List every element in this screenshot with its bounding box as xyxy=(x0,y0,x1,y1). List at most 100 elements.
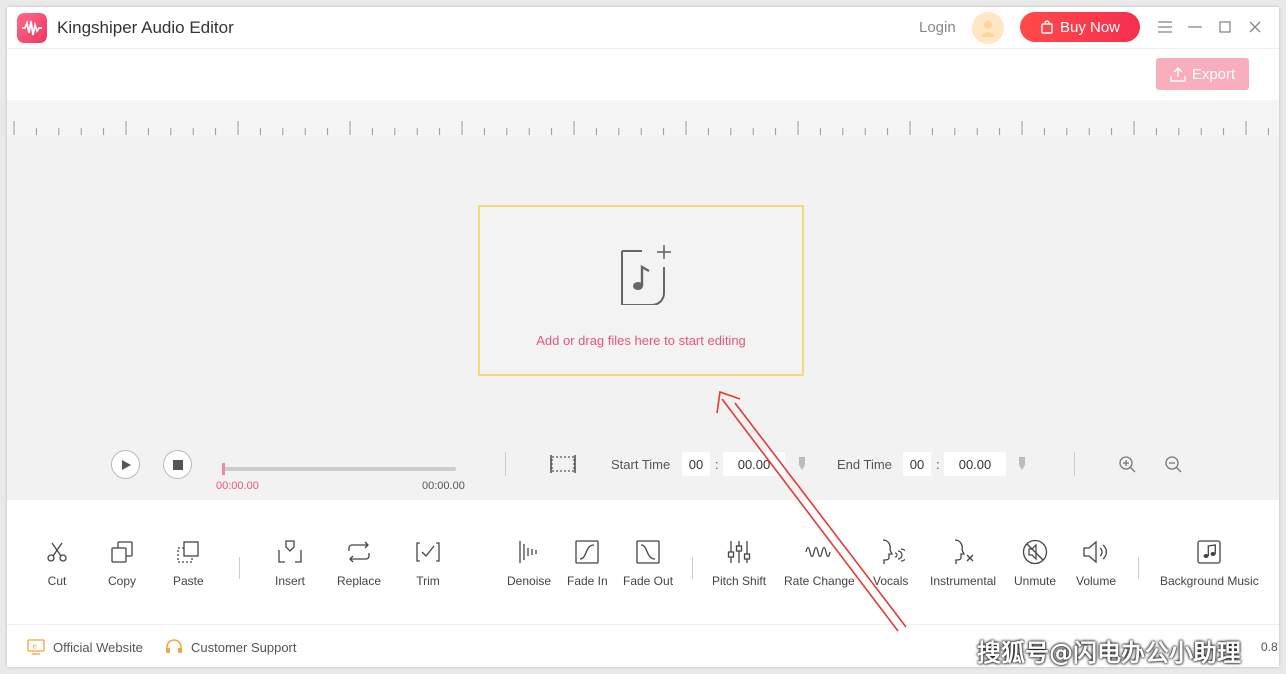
instrumental-tool[interactable]: Instrumental xyxy=(930,538,996,588)
zoom-out-icon[interactable] xyxy=(1164,455,1182,478)
maximize-icon[interactable] xyxy=(1215,17,1235,37)
start-colon: : xyxy=(715,457,719,472)
play-icon xyxy=(121,459,131,470)
svg-text:e: e xyxy=(33,643,37,651)
background-music-label: Background Music xyxy=(1160,574,1259,588)
fade-in-icon xyxy=(573,538,601,566)
insert-icon xyxy=(276,538,304,566)
scissors-icon xyxy=(43,538,71,566)
fade-out-icon xyxy=(634,538,662,566)
background-music-tool[interactable]: Background Music xyxy=(1160,538,1259,588)
add-music-file-icon xyxy=(616,241,672,310)
insert-tool[interactable]: Insert xyxy=(275,538,305,588)
app-title: Kingshiper Audio Editor xyxy=(57,18,234,37)
cut-label: Cut xyxy=(47,574,67,588)
copy-icon xyxy=(108,538,136,566)
divider xyxy=(505,452,506,476)
app-window: Kingshiper Audio Editor Login Buy Now Ex… xyxy=(7,7,1279,667)
paste-tool[interactable]: Paste xyxy=(173,538,204,588)
edit-toolbar: Cut Copy Paste Insert Replace Trim xyxy=(7,500,484,624)
playback-progress-track[interactable] xyxy=(222,467,456,471)
replace-icon xyxy=(345,538,373,566)
end-marker-icon[interactable] xyxy=(1018,457,1026,476)
headset-icon xyxy=(166,639,182,653)
start-minutes-input[interactable]: 00 xyxy=(682,452,710,476)
file-drop-zone[interactable]: Add or drag files here to start editing xyxy=(478,205,804,376)
volume-label: Volume xyxy=(1076,574,1117,588)
insert-label: Insert xyxy=(275,574,306,588)
vocals-tool[interactable]: Vocals xyxy=(873,538,908,588)
app-logo-icon xyxy=(17,13,47,43)
close-icon[interactable] xyxy=(1245,17,1265,37)
shopping-bag-icon xyxy=(1041,20,1053,34)
pitch-shift-label: Pitch Shift xyxy=(712,574,767,588)
stop-icon xyxy=(172,459,183,470)
current-time: 00:00.00 xyxy=(216,480,259,492)
divider xyxy=(1074,452,1075,476)
upload-icon xyxy=(1170,66,1186,82)
official-website-label: Official Website xyxy=(53,639,143,655)
rate-change-tool[interactable]: Rate Change xyxy=(784,538,855,588)
buy-now-label: Buy Now xyxy=(1059,18,1121,36)
end-colon: : xyxy=(936,457,940,472)
menu-icon[interactable] xyxy=(1155,17,1175,37)
fade-in-tool[interactable]: Fade In xyxy=(567,538,608,588)
end-minutes-input[interactable]: 00 xyxy=(903,452,931,476)
watermark-text: 搜狐号@闪电办公小助理 xyxy=(977,639,1241,667)
zoom-in-icon[interactable] xyxy=(1118,455,1136,478)
avatar[interactable] xyxy=(972,12,1004,44)
denoise-label: Denoise xyxy=(507,574,552,588)
cut-tool[interactable]: Cut xyxy=(43,538,71,588)
unmute-tool[interactable]: Unmute xyxy=(1014,538,1056,588)
effects-toolbar: Denoise Fade In Fade Out Pitch Shift Rat… xyxy=(487,500,1279,624)
waveform-canvas: Add or drag files here to start editing xyxy=(7,136,1279,433)
end-seconds-value: 00.00 xyxy=(958,456,992,472)
version-text: 0.8 xyxy=(1261,640,1278,654)
playback-progress-knob[interactable] xyxy=(222,463,225,475)
trim-label: Trim xyxy=(416,574,440,588)
rate-change-icon xyxy=(805,538,833,566)
total-time: 00:00.00 xyxy=(422,480,465,492)
title-bar: Kingshiper Audio Editor Login Buy Now xyxy=(7,7,1279,49)
denoise-icon xyxy=(515,538,543,566)
login-link[interactable]: Login xyxy=(919,19,956,36)
official-website-link[interactable]: e Official Website xyxy=(27,639,143,655)
vocals-icon xyxy=(877,538,905,566)
start-time-label: Start Time xyxy=(611,457,671,472)
divider xyxy=(1138,557,1139,579)
start-seconds-value: 00.00 xyxy=(737,456,771,472)
end-seconds-input[interactable]: 00.00 xyxy=(944,452,1006,476)
timeline-ruler[interactable] xyxy=(7,100,1279,136)
instrumental-icon xyxy=(949,538,977,566)
minimize-icon[interactable] xyxy=(1185,17,1205,37)
customer-support-label: Customer Support xyxy=(191,639,297,655)
paste-label: Paste xyxy=(173,574,204,588)
unmute-icon xyxy=(1021,538,1049,566)
customer-support-link[interactable]: Customer Support xyxy=(165,639,297,655)
export-button[interactable]: Export xyxy=(1156,58,1249,90)
stop-button[interactable] xyxy=(163,450,192,479)
start-seconds-input[interactable]: 00.00 xyxy=(723,452,785,476)
fade-in-label: Fade In xyxy=(567,574,608,588)
monitor-icon: e xyxy=(27,639,45,655)
copy-tool[interactable]: Copy xyxy=(108,538,136,588)
background-music-icon xyxy=(1195,538,1223,566)
selection-range-icon[interactable] xyxy=(550,454,576,479)
buy-now-button[interactable]: Buy Now xyxy=(1020,12,1140,42)
footer-bar: e Official Website Customer Support 搜狐号@… xyxy=(7,624,1279,667)
copy-label: Copy xyxy=(108,574,137,588)
play-button[interactable] xyxy=(111,450,140,479)
unmute-label: Unmute xyxy=(1014,574,1057,588)
replace-label: Replace xyxy=(337,574,382,588)
end-time-label: End Time xyxy=(837,457,892,472)
trim-icon xyxy=(414,538,442,566)
fade-out-tool[interactable]: Fade Out xyxy=(623,538,673,588)
pitch-shift-tool[interactable]: Pitch Shift xyxy=(712,538,766,588)
volume-tool[interactable]: Volume xyxy=(1076,538,1116,588)
denoise-tool[interactable]: Denoise xyxy=(507,538,551,588)
start-marker-icon[interactable] xyxy=(798,457,806,476)
trim-tool[interactable]: Trim xyxy=(414,538,442,588)
replace-tool[interactable]: Replace xyxy=(337,538,381,588)
vocals-label: Vocals xyxy=(873,574,909,588)
export-label: Export xyxy=(1191,65,1236,83)
